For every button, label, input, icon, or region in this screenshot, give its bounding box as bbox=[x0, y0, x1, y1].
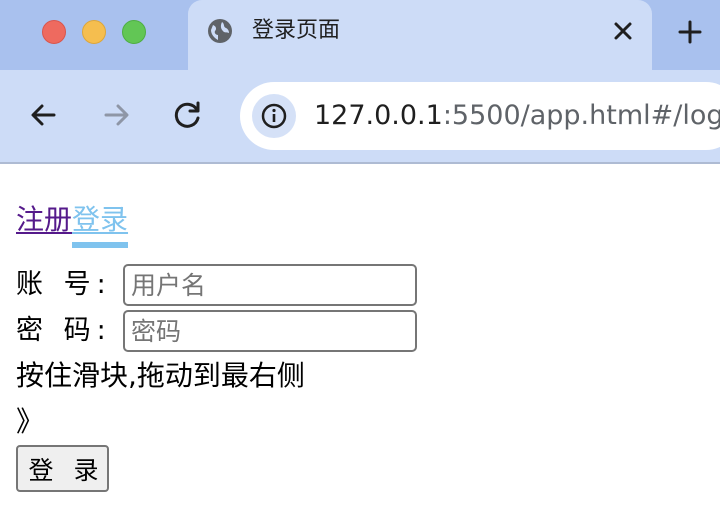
window-close-button[interactable] bbox=[42, 20, 66, 44]
browser-tab-bar: 登录页面 bbox=[0, 0, 720, 72]
register-link[interactable]: 注册 bbox=[16, 203, 72, 236]
plus-icon[interactable] bbox=[672, 14, 708, 50]
window-minimize-button[interactable] bbox=[82, 20, 106, 44]
login-link[interactable]: 登录 bbox=[72, 200, 129, 248]
slider-hint: 按住滑块,拖动到最右侧 bbox=[16, 359, 305, 392]
url-text: 127.0.0.1:5500/app.html#/login bbox=[314, 98, 720, 134]
url-host: 127.0.0.1 bbox=[314, 100, 443, 131]
login-button[interactable]: 登 录 bbox=[16, 445, 109, 492]
account-row: 账 号: bbox=[16, 264, 417, 306]
slider-handle[interactable]: 》 bbox=[16, 402, 44, 442]
arrow-right-icon[interactable] bbox=[98, 97, 134, 133]
url-path: :5500/app.html#/login bbox=[442, 100, 720, 131]
account-label: 账 号: bbox=[16, 268, 112, 300]
reload-icon[interactable] bbox=[170, 97, 206, 133]
close-icon[interactable] bbox=[608, 16, 638, 46]
site-info-button[interactable] bbox=[252, 94, 296, 138]
auth-nav: 注册登录 bbox=[16, 200, 129, 248]
password-input[interactable] bbox=[123, 310, 417, 352]
arrow-left-icon[interactable] bbox=[26, 97, 62, 133]
info-icon bbox=[261, 103, 287, 129]
username-input[interactable] bbox=[123, 264, 417, 306]
tab-title: 登录页面 bbox=[252, 18, 341, 43]
address-bar[interactable]: 127.0.0.1:5500/app.html#/login bbox=[240, 82, 720, 150]
active-tab[interactable]: 登录页面 bbox=[188, 0, 652, 72]
globe-icon bbox=[208, 19, 232, 43]
browser-toolbar: 127.0.0.1:5500/app.html#/login bbox=[0, 70, 720, 162]
page-content: 注册登录 账 号: 密 码: 按住滑块,拖动到最右侧 》 登 录 bbox=[0, 164, 720, 526]
window-zoom-button[interactable] bbox=[122, 20, 146, 44]
password-label: 密 码: bbox=[16, 314, 112, 346]
password-row: 密 码: bbox=[16, 310, 417, 352]
